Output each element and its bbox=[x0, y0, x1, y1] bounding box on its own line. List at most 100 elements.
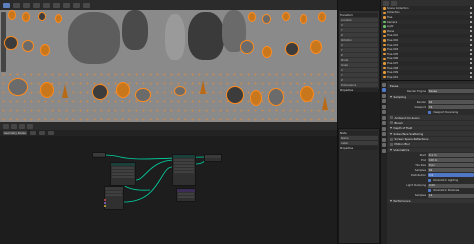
tree-instance[interactable] bbox=[38, 12, 46, 21]
tree-instance[interactable] bbox=[135, 88, 151, 102]
tree-instance[interactable] bbox=[92, 84, 108, 100]
tree-instance[interactable] bbox=[8, 10, 16, 20]
visibility-icon[interactable] bbox=[469, 71, 472, 74]
volumetrics-start-field[interactable]: 0.1 m bbox=[428, 153, 474, 158]
tool-tab-icon[interactable] bbox=[382, 82, 386, 87]
scale-x-field[interactable]: X bbox=[340, 68, 378, 72]
visibility-icon[interactable] bbox=[469, 34, 472, 37]
shadow-samples-field[interactable]: 16 bbox=[428, 193, 474, 198]
node-header[interactable] bbox=[111, 163, 135, 166]
scale-z-field[interactable]: Z bbox=[340, 78, 378, 82]
node-field[interactable] bbox=[178, 193, 194, 195]
node-header[interactable] bbox=[177, 189, 195, 192]
render-engine-dropdown[interactable]: Eevee bbox=[428, 89, 474, 94]
tree-instance[interactable] bbox=[318, 12, 326, 22]
3d-viewport[interactable] bbox=[0, 0, 338, 122]
rotation-mode-dropdown[interactable]: Mode bbox=[340, 58, 378, 62]
tree-instance[interactable] bbox=[40, 44, 50, 56]
display-mode-button[interactable] bbox=[383, 0, 389, 6]
distribute-points-node[interactable] bbox=[110, 162, 136, 186]
tree-instance[interactable] bbox=[62, 84, 68, 98]
node-header[interactable] bbox=[205, 155, 221, 158]
world-tab-icon[interactable] bbox=[382, 110, 386, 114]
visibility-icon[interactable] bbox=[469, 25, 472, 28]
render-tab-icon[interactable] bbox=[382, 88, 386, 92]
rotation-z-field[interactable]: Z bbox=[340, 53, 378, 57]
volumetrics-panel[interactable]: Volumetrics bbox=[388, 147, 474, 153]
output-tab-icon[interactable] bbox=[382, 93, 386, 98]
node-field[interactable] bbox=[174, 159, 194, 161]
physics-tab-icon[interactable] bbox=[382, 132, 386, 136]
visibility-icon[interactable] bbox=[469, 62, 472, 65]
node-socket[interactable] bbox=[104, 202, 106, 204]
snap-button[interactable] bbox=[63, 2, 70, 8]
viewport-samples-field[interactable]: 16 bbox=[428, 105, 474, 110]
volumetric-shadows-row[interactable]: Volumetric Shadows bbox=[388, 189, 474, 193]
tree-instance[interactable] bbox=[55, 14, 62, 23]
particles-tab-icon[interactable] bbox=[382, 126, 386, 131]
bloom-checkbox[interactable] bbox=[390, 121, 393, 125]
outliner-item[interactable]: Tree.010 bbox=[381, 74, 474, 80]
tree-instance[interactable] bbox=[200, 80, 206, 94]
data-tab-icon[interactable] bbox=[382, 143, 386, 147]
viewport-mode-button[interactable] bbox=[3, 2, 10, 8]
visibility-icon[interactable] bbox=[469, 7, 472, 10]
node-field[interactable] bbox=[112, 167, 134, 169]
sampling-panel[interactable]: Sampling bbox=[388, 94, 474, 99]
ambient-occlusion-checkbox[interactable] bbox=[390, 116, 393, 119]
node-field[interactable] bbox=[106, 194, 122, 196]
node-field[interactable] bbox=[174, 168, 194, 170]
proportional-edit-button[interactable] bbox=[73, 2, 80, 8]
node-header[interactable] bbox=[173, 155, 195, 158]
modifier-tab-icon[interactable] bbox=[382, 121, 386, 125]
tree-instance[interactable] bbox=[250, 90, 262, 106]
node-field[interactable] bbox=[174, 171, 194, 173]
node-field[interactable] bbox=[112, 176, 134, 178]
geometry-node-editor[interactable]: Geometry Nodes bbox=[0, 122, 338, 244]
tree-instance[interactable] bbox=[300, 86, 314, 102]
screen-space-reflections-panel[interactable]: Screen Space Reflections bbox=[388, 136, 474, 142]
node-socket[interactable] bbox=[104, 199, 106, 201]
node-name-field[interactable]: Name bbox=[340, 136, 378, 140]
group-output-node[interactable] bbox=[204, 154, 222, 162]
volumetrics-samples-field[interactable]: 64 bbox=[428, 168, 474, 173]
object-tab-icon[interactable] bbox=[382, 115, 386, 120]
tree-model[interactable] bbox=[122, 10, 148, 50]
visibility-icon[interactable] bbox=[469, 11, 472, 14]
tree-instance[interactable] bbox=[285, 42, 299, 56]
tree-instance[interactable] bbox=[240, 40, 254, 54]
visibility-icon[interactable] bbox=[469, 67, 472, 70]
ssr-checkbox[interactable] bbox=[390, 137, 393, 141]
volumetrics-end-field[interactable]: 100 m bbox=[428, 158, 474, 163]
group-input-node[interactable] bbox=[92, 152, 106, 158]
tree-instance[interactable] bbox=[262, 46, 272, 58]
render-samples-field[interactable]: 64 bbox=[428, 100, 474, 105]
scene-tab-icon[interactable] bbox=[382, 104, 386, 109]
transform-orientation-button[interactable] bbox=[53, 2, 60, 8]
properties-panel-header[interactable]: Properties bbox=[340, 146, 378, 150]
location-z-field[interactable]: Z bbox=[340, 33, 378, 37]
node-socket[interactable] bbox=[104, 205, 106, 207]
location-y-field[interactable]: Y bbox=[340, 28, 378, 32]
tree-model[interactable] bbox=[188, 12, 224, 60]
object-menu-button[interactable] bbox=[43, 2, 50, 8]
node-header[interactable] bbox=[105, 187, 123, 190]
node-panel-header[interactable]: Node bbox=[340, 131, 378, 135]
node-header[interactable] bbox=[93, 153, 105, 156]
outliner[interactable]: Scene Collection Collection Tree Camera … bbox=[380, 0, 474, 80]
tree-instance[interactable] bbox=[262, 14, 271, 24]
tree-instance[interactable] bbox=[174, 86, 186, 96]
transform-panel-header[interactable]: Transform bbox=[340, 13, 378, 17]
bloom-panel[interactable]: Bloom bbox=[388, 120, 474, 126]
add-menu-button[interactable] bbox=[33, 2, 40, 8]
motion-blur-panel[interactable]: Motion Blur bbox=[388, 142, 474, 147]
filter-button[interactable] bbox=[391, 0, 397, 6]
node-label-field[interactable]: Label bbox=[340, 141, 378, 145]
tree-instance[interactable] bbox=[226, 86, 244, 104]
shading-mode-button[interactable] bbox=[83, 2, 90, 8]
distribution-slider[interactable]: 0.8 bbox=[428, 173, 474, 178]
tile-size-dropdown[interactable]: 8 px bbox=[428, 163, 474, 168]
node-field[interactable] bbox=[112, 170, 134, 172]
tree-instance[interactable] bbox=[22, 12, 30, 22]
visibility-icon[interactable] bbox=[469, 39, 472, 42]
